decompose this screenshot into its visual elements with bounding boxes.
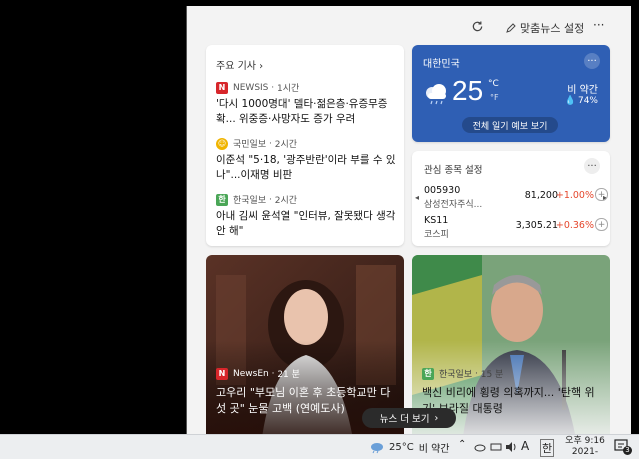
top-stories-heading[interactable]: 주요 기사 ›: [216, 57, 263, 72]
weather-more-button[interactable]: ···: [584, 53, 600, 69]
notification-badge: 3: [623, 446, 632, 455]
cloud-sync-icon[interactable]: [474, 442, 486, 452]
weather-card[interactable]: 대한민국 ··· 25 °C °F 비 약간 💧 74% 전체 일기 예보 보기: [412, 45, 610, 142]
story-source: 한 한국일보 · 2시간: [216, 193, 398, 206]
top-stories-card: 주요 기사 › N NEWSIS · 1시간 '다시 1000명대' 델타·젊은…: [206, 45, 404, 246]
weather-condition: 비 약간: [567, 85, 598, 96]
pencil-icon: [506, 23, 516, 33]
story-item[interactable]: ☺ 국민일보 · 2시간 이준석 "5·18, '광주반란'이라 부를 수 있나…: [216, 137, 398, 183]
newsen-logo-icon: N: [216, 367, 228, 380]
chevron-up-icon[interactable]: ⌃: [458, 439, 466, 450]
add-stock-icon[interactable]: +: [595, 218, 608, 231]
notification-center-button[interactable]: 3: [614, 438, 632, 457]
chevron-right-icon: ›: [259, 61, 264, 72]
weather-location: 대한민국: [423, 59, 460, 70]
panel-more-button[interactable]: ···: [593, 18, 604, 32]
rain-cloud-icon: [426, 84, 446, 105]
weather-temperature: 25: [452, 75, 484, 106]
refresh-icon[interactable]: [471, 20, 484, 33]
story-item[interactable]: N NEWSIS · 1시간 '다시 1000명대' 델타·젊은층·유증무증확.…: [216, 81, 398, 127]
personalize-label: 맞춤뉴스 설정: [520, 22, 585, 35]
stocks-card: 관심 종목 설정 ··· ◂ ▸ 005930 삼성전자주식... 81,200…: [412, 151, 610, 246]
full-forecast-button[interactable]: 전체 일기 예보 보기: [462, 117, 558, 133]
hankook-logo-icon: 한: [216, 193, 228, 206]
ime-mode-button[interactable]: A: [521, 439, 529, 453]
unit-fahrenheit[interactable]: °F: [490, 93, 499, 102]
clock-time: 오후 9:16: [565, 436, 605, 446]
raindrop-icon: 💧: [564, 96, 576, 106]
stock-row[interactable]: 005930 삼성전자주식... 81,200 +1.00% +: [424, 185, 608, 211]
story-headline[interactable]: '다시 1000명대' 델타·젊은층·유증무증확... 위중증·사망자도 증가 …: [216, 97, 398, 127]
add-stock-icon[interactable]: +: [595, 188, 608, 201]
taskbar-weather-button[interactable]: 25°C 비 약간: [370, 440, 450, 455]
ime-hangul-button[interactable]: 한: [540, 439, 555, 457]
more-news-button[interactable]: 뉴스 더 보기 ›: [362, 408, 456, 428]
story-source: 한 한국일보 · 15 분: [422, 367, 503, 380]
clock-date: 2021-: [571, 447, 599, 457]
stocks-prev-icon[interactable]: ◂: [415, 193, 419, 202]
newsis-logo-icon: N: [216, 81, 228, 94]
story-source: N NewsEn · 21 분: [216, 367, 300, 380]
story-headline[interactable]: 아내 김씨 윤석열 "인터뷰, 잘못됐다 생각 안 해": [216, 209, 398, 239]
story-source: ☺ 국민일보 · 2시간: [216, 137, 298, 150]
stocks-more-button[interactable]: ···: [584, 158, 600, 174]
personalize-button[interactable]: 맞춤뉴스 설정: [505, 20, 584, 36]
weather-precip: 💧 74%: [564, 96, 598, 106]
story-source: N NEWSIS · 1시간: [216, 81, 398, 94]
hankook-logo-icon: 한: [422, 367, 434, 380]
speaker-icon[interactable]: [505, 441, 517, 453]
chevron-right-icon: ›: [434, 412, 439, 424]
widget-toolbar: 맞춤뉴스 설정 ···: [187, 16, 627, 42]
news-widget-panel: 맞춤뉴스 설정 ··· 주요 기사 › N NEWSIS · 1시간 '다시 1…: [186, 6, 631, 434]
stocks-heading[interactable]: 관심 종목 설정: [424, 162, 482, 176]
story-item[interactable]: 한 한국일보 · 2시간 아내 김씨 윤석열 "인터뷰, 잘못됐다 생각 안 해…: [216, 193, 398, 239]
stock-row[interactable]: KS11 코스피 3,305.21 +0.36% +: [424, 215, 608, 241]
rain-cloud-icon: [371, 442, 383, 453]
unit-celsius[interactable]: °C: [488, 79, 499, 89]
taskbar: 25°C 비 약간 ⌃ A 한 오후 9:16 2021- 3: [0, 434, 639, 459]
taskbar-clock[interactable]: 오후 9:16 2021-: [561, 436, 609, 458]
network-icon[interactable]: [490, 442, 502, 452]
kukmin-logo-icon: ☺: [216, 137, 228, 150]
story-headline[interactable]: 이준석 "5·18, '광주반란'이라 부를 수 있나"...이재명 비판: [216, 153, 398, 183]
